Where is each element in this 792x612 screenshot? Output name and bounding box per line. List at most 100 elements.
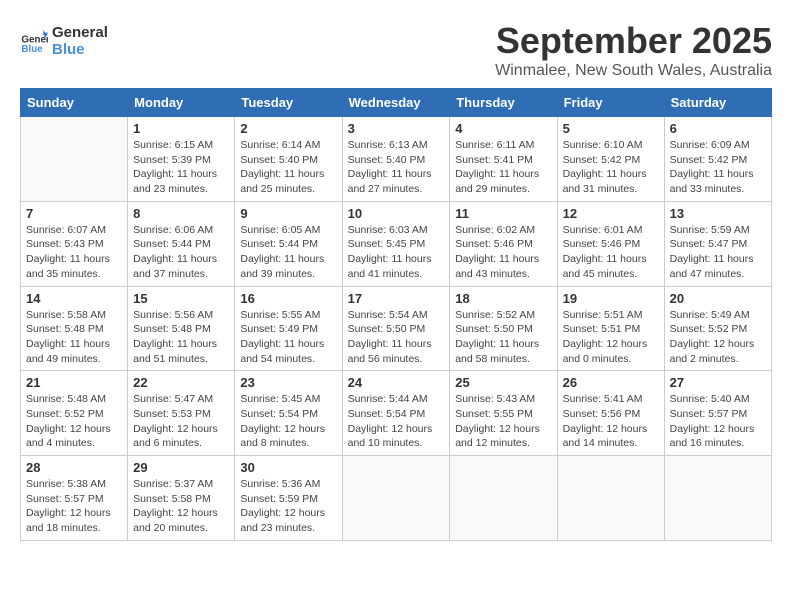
day-info: Sunrise: 5:43 AM Sunset: 5:55 PM Dayligh… [455, 392, 551, 451]
day-number: 11 [455, 206, 551, 221]
day-number: 20 [670, 291, 766, 306]
week-row-4: 21 Sunrise: 5:48 AM Sunset: 5:52 PM Dayli… [21, 371, 772, 456]
day-info: Sunrise: 5:48 AM Sunset: 5:52 PM Dayligh… [26, 392, 122, 451]
title-block: September 2025 Winmalee, New South Wales… [495, 20, 772, 80]
day-number: 5 [563, 121, 659, 136]
day-number: 9 [240, 206, 336, 221]
day-info: Sunrise: 6:11 AM Sunset: 5:41 PM Dayligh… [455, 138, 551, 197]
day-info: Sunrise: 6:13 AM Sunset: 5:40 PM Dayligh… [348, 138, 445, 197]
day-info: Sunrise: 5:51 AM Sunset: 5:51 PM Dayligh… [563, 308, 659, 367]
day-number: 4 [455, 121, 551, 136]
day-cell: 16 Sunrise: 5:55 AM Sunset: 5:49 PM Dayli… [235, 286, 342, 371]
day-info: Sunrise: 5:55 AM Sunset: 5:49 PM Dayligh… [240, 308, 336, 367]
day-cell: 4 Sunrise: 6:11 AM Sunset: 5:41 PM Daylig… [450, 117, 557, 202]
day-cell: 18 Sunrise: 5:52 AM Sunset: 5:50 PM Dayli… [450, 286, 557, 371]
day-number: 16 [240, 291, 336, 306]
day-number: 28 [26, 460, 122, 475]
day-number: 21 [26, 375, 122, 390]
day-number: 2 [240, 121, 336, 136]
day-cell: 6 Sunrise: 6:09 AM Sunset: 5:42 PM Daylig… [664, 117, 771, 202]
day-info: Sunrise: 5:59 AM Sunset: 5:47 PM Dayligh… [670, 223, 766, 282]
day-cell: 3Sunrise: 6:13 AM Sunset: 5:40 PM Daylig… [342, 117, 450, 202]
day-cell [21, 117, 128, 202]
day-number: 22 [133, 375, 229, 390]
day-number: 10 [348, 206, 445, 221]
logo-blue: Blue [52, 41, 108, 58]
day-info: Sunrise: 6:02 AM Sunset: 5:46 PM Dayligh… [455, 223, 551, 282]
day-cell: 28 Sunrise: 5:38 AM Sunset: 5:57 PM Dayli… [21, 456, 128, 541]
day-number: 18 [455, 291, 551, 306]
day-cell: 7 Sunrise: 6:07 AM Sunset: 5:43 PM Daylig… [21, 201, 128, 286]
day-info: Sunrise: 5:58 AM Sunset: 5:48 PM Dayligh… [26, 308, 122, 367]
week-row-2: 7 Sunrise: 6:07 AM Sunset: 5:43 PM Daylig… [21, 201, 772, 286]
day-info: Sunrise: 6:03 AM Sunset: 5:45 PM Dayligh… [348, 223, 445, 282]
day-cell: 11 Sunrise: 6:02 AM Sunset: 5:46 PM Dayli… [450, 201, 557, 286]
day-cell: 15 Sunrise: 5:56 AM Sunset: 5:48 PM Dayli… [128, 286, 235, 371]
day-info: Sunrise: 5:45 AM Sunset: 5:54 PM Dayligh… [240, 392, 336, 451]
day-info: Sunrise: 5:36 AM Sunset: 5:59 PM Dayligh… [240, 477, 336, 536]
day-number: 23 [240, 375, 336, 390]
day-cell [450, 456, 557, 541]
logo: General Blue General Blue [20, 24, 108, 58]
day-number: 15 [133, 291, 229, 306]
month-title: September 2025 [495, 20, 772, 62]
day-info: Sunrise: 5:54 AM Sunset: 5:50 PM Dayligh… [348, 308, 445, 367]
day-info: Sunrise: 6:15 AM Sunset: 5:39 PM Dayligh… [133, 138, 229, 197]
day-number: 17 [348, 291, 445, 306]
column-header-sunday: Sunday [21, 89, 128, 117]
calendar-table: SundayMondayTuesdayWednesdayThursdayFrid… [20, 88, 772, 541]
day-cell [557, 456, 664, 541]
day-cell: 14 Sunrise: 5:58 AM Sunset: 5:48 PM Dayli… [21, 286, 128, 371]
header-row: SundayMondayTuesdayWednesdayThursdayFrid… [21, 89, 772, 117]
day-info: Sunrise: 6:01 AM Sunset: 5:46 PM Dayligh… [563, 223, 659, 282]
day-number: 19 [563, 291, 659, 306]
day-info: Sunrise: 5:41 AM Sunset: 5:56 PM Dayligh… [563, 392, 659, 451]
day-number: 1 [133, 121, 229, 136]
header: General Blue General Blue September 2025… [20, 20, 772, 80]
column-header-thursday: Thursday [450, 89, 557, 117]
day-info: Sunrise: 5:49 AM Sunset: 5:52 PM Dayligh… [670, 308, 766, 367]
column-header-tuesday: Tuesday [235, 89, 342, 117]
day-cell: 8Sunrise: 6:06 AM Sunset: 5:44 PM Daylig… [128, 201, 235, 286]
column-header-wednesday: Wednesday [342, 89, 450, 117]
day-number: 25 [455, 375, 551, 390]
day-info: Sunrise: 5:40 AM Sunset: 5:57 PM Dayligh… [670, 392, 766, 451]
day-info: Sunrise: 6:06 AM Sunset: 5:44 PM Dayligh… [133, 223, 229, 282]
day-cell: 17 Sunrise: 5:54 AM Sunset: 5:50 PM Dayli… [342, 286, 450, 371]
day-number: 6 [670, 121, 766, 136]
day-cell: 27Sunrise: 5:40 AM Sunset: 5:57 PM Dayli… [664, 371, 771, 456]
day-number: 30 [240, 460, 336, 475]
day-cell: 13Sunrise: 5:59 AM Sunset: 5:47 PM Dayli… [664, 201, 771, 286]
week-row-1: 1 Sunrise: 6:15 AM Sunset: 5:39 PM Daylig… [21, 117, 772, 202]
day-cell: 26 Sunrise: 5:41 AM Sunset: 5:56 PM Dayli… [557, 371, 664, 456]
day-cell: 20 Sunrise: 5:49 AM Sunset: 5:52 PM Dayli… [664, 286, 771, 371]
day-info: Sunrise: 6:10 AM Sunset: 5:42 PM Dayligh… [563, 138, 659, 197]
day-number: 26 [563, 375, 659, 390]
column-header-saturday: Saturday [664, 89, 771, 117]
day-cell: 30 Sunrise: 5:36 AM Sunset: 5:59 PM Dayli… [235, 456, 342, 541]
day-number: 12 [563, 206, 659, 221]
day-info: Sunrise: 5:37 AM Sunset: 5:58 PM Dayligh… [133, 477, 229, 536]
day-number: 29 [133, 460, 229, 475]
logo-general: General [52, 24, 108, 41]
day-number: 7 [26, 206, 122, 221]
day-info: Sunrise: 6:07 AM Sunset: 5:43 PM Dayligh… [26, 223, 122, 282]
column-header-monday: Monday [128, 89, 235, 117]
day-info: Sunrise: 5:47 AM Sunset: 5:53 PM Dayligh… [133, 392, 229, 451]
day-cell: 22 Sunrise: 5:47 AM Sunset: 5:53 PM Dayli… [128, 371, 235, 456]
day-cell: 24Sunrise: 5:44 AM Sunset: 5:54 PM Dayli… [342, 371, 450, 456]
svg-text:Blue: Blue [21, 44, 43, 55]
week-row-5: 28 Sunrise: 5:38 AM Sunset: 5:57 PM Dayli… [21, 456, 772, 541]
day-cell: 9Sunrise: 6:05 AM Sunset: 5:44 PM Daylig… [235, 201, 342, 286]
day-info: Sunrise: 5:56 AM Sunset: 5:48 PM Dayligh… [133, 308, 229, 367]
day-info: Sunrise: 5:38 AM Sunset: 5:57 PM Dayligh… [26, 477, 122, 536]
day-info: Sunrise: 5:52 AM Sunset: 5:50 PM Dayligh… [455, 308, 551, 367]
day-cell [342, 456, 450, 541]
day-info: Sunrise: 6:14 AM Sunset: 5:40 PM Dayligh… [240, 138, 336, 197]
location-title: Winmalee, New South Wales, Australia [495, 62, 772, 80]
day-cell: 2 Sunrise: 6:14 AM Sunset: 5:40 PM Daylig… [235, 117, 342, 202]
day-info: Sunrise: 6:09 AM Sunset: 5:42 PM Dayligh… [670, 138, 766, 197]
day-number: 14 [26, 291, 122, 306]
day-cell: 1 Sunrise: 6:15 AM Sunset: 5:39 PM Daylig… [128, 117, 235, 202]
column-header-friday: Friday [557, 89, 664, 117]
